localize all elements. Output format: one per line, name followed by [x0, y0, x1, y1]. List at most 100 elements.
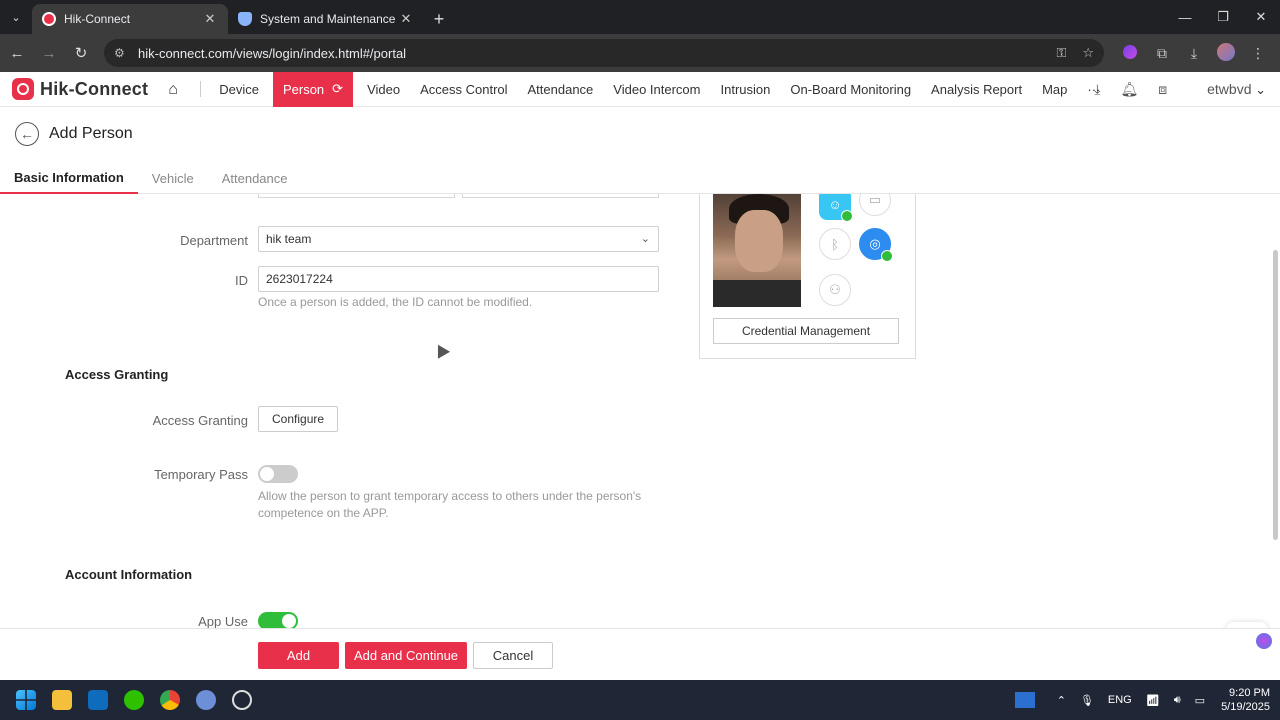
- time: 9:20 PM: [1229, 687, 1270, 699]
- tab-title: System and Maintenance: [260, 12, 396, 26]
- department-label: Department: [180, 233, 248, 248]
- app-use-label: App Use: [198, 614, 248, 628]
- tab-vehicle[interactable]: Vehicle: [138, 162, 208, 194]
- app-header: Hik-Connect ⌂ Device Person ⟳ Video Acces…: [0, 71, 1280, 107]
- credential-management-button[interactable]: Credential Management: [713, 318, 899, 344]
- fingerprint-icon[interactable]: ◎: [859, 228, 893, 262]
- person-icon[interactable]: ⚇: [819, 274, 851, 306]
- notification-bell-icon[interactable]: 🔔︎: [1120, 81, 1138, 98]
- header-actions: ⤓ 🔔︎ ⧈ etwbvd ⌄: [1074, 72, 1266, 107]
- windows-start-icon[interactable]: [8, 680, 44, 720]
- site-info-icon[interactable]: ⚙: [114, 46, 128, 60]
- nav-attendance[interactable]: Attendance: [518, 72, 604, 107]
- id-input[interactable]: 2623017224: [258, 266, 659, 292]
- check-badge-icon: [881, 250, 893, 262]
- package-icon[interactable]: ⧈: [1158, 81, 1167, 98]
- form-footer: Add Add and Continue Cancel: [0, 628, 1280, 680]
- id-hint: Once a person is added, the ID cannot be…: [258, 295, 533, 309]
- account-information-section-title: Account Information: [65, 567, 193, 582]
- address-bar[interactable]: ⚙ hik-connect.com/views/login/index.html…: [104, 39, 1104, 67]
- temporary-pass-toggle[interactable]: [258, 465, 298, 483]
- chatgpt-icon[interactable]: [224, 680, 260, 720]
- tab-attendance[interactable]: Attendance: [208, 162, 302, 194]
- bluetooth-icon[interactable]: ᛒ: [819, 228, 851, 260]
- mouse-cursor-icon: [431, 341, 451, 359]
- extension-ai-icon[interactable]: [1114, 44, 1146, 62]
- page-title-bar: ← Add Person: [0, 107, 1280, 161]
- ai-assistant-icon[interactable]: [1256, 633, 1272, 649]
- temporary-pass-hint: Allow the person to grant temporary acce…: [258, 489, 642, 520]
- downloads-icon[interactable]: ⤓: [1178, 45, 1210, 62]
- new-tab-icon[interactable]: +: [424, 4, 454, 34]
- date: 5/19/2025: [1221, 701, 1270, 713]
- reload-icon[interactable]: ↻: [66, 38, 96, 68]
- tab-basic-information[interactable]: Basic Information: [0, 162, 138, 194]
- app-search-icon[interactable]: [188, 680, 224, 720]
- browser-menu-icon[interactable]: ⋮: [1242, 45, 1274, 62]
- microphone-icon[interactable]: 🎙︎: [1080, 694, 1094, 707]
- profile-avatar-icon[interactable]: [1210, 42, 1242, 64]
- nav-on-board-monitoring[interactable]: On-Board Monitoring: [780, 72, 921, 107]
- nav-video[interactable]: Video: [357, 72, 410, 107]
- forward-arrow-icon[interactable]: →: [34, 38, 64, 68]
- id-value: 2623017224: [266, 272, 333, 286]
- face-icon[interactable]: ☺: [819, 194, 853, 222]
- hik-connect-logo[interactable]: Hik-Connect: [12, 78, 148, 100]
- bookmark-star-icon[interactable]: ☆: [1082, 45, 1094, 61]
- main-nav: Device Person ⟳ Video Access Control Atte…: [209, 71, 1110, 107]
- language-indicator[interactable]: ENG: [1108, 694, 1132, 706]
- add-and-continue-button[interactable]: Add and Continue: [345, 642, 467, 669]
- maximize-icon[interactable]: ❐: [1204, 0, 1242, 34]
- check-badge-icon: [841, 210, 853, 222]
- sub-tabs: Basic Information Vehicle Attendance: [0, 162, 1280, 194]
- browser-tab-hik-connect[interactable]: Hik-Connect ✕: [32, 4, 228, 34]
- nav-person[interactable]: Person ⟳: [272, 71, 354, 107]
- cancel-button[interactable]: Cancel: [473, 642, 553, 669]
- user-menu[interactable]: etwbvd ⌄: [1187, 81, 1266, 98]
- home-icon[interactable]: ⌂: [168, 81, 184, 98]
- person-photo[interactable]: [713, 194, 801, 307]
- tray-app-icon[interactable]: [1014, 692, 1035, 708]
- id-label: ID: [235, 273, 248, 288]
- back-arrow-icon[interactable]: ←: [2, 38, 32, 68]
- close-window-icon[interactable]: ✕: [1242, 0, 1280, 34]
- browser-tab-strip: ⌄ Hik-Connect ✕ System and Maintenance ✕…: [0, 0, 1280, 34]
- temporary-pass-label: Temporary Pass: [154, 467, 248, 482]
- password-key-icon[interactable]: ⚿: [1056, 45, 1066, 61]
- clock[interactable]: 9:20 PM 5/19/2025: [1221, 686, 1270, 714]
- wifi-icon[interactable]: 📶︎: [1146, 694, 1160, 707]
- nav-map[interactable]: Map: [1032, 72, 1077, 107]
- close-tab-icon[interactable]: ✕: [202, 11, 218, 27]
- back-icon[interactable]: ←: [15, 122, 39, 146]
- name-field-partial-2[interactable]: [462, 194, 659, 198]
- credential-card: ☺ ▭ ᛒ ◎ ⚇ Credential Management: [699, 194, 916, 359]
- nav-video-intercom[interactable]: Video Intercom: [603, 72, 710, 107]
- nav-device[interactable]: Device: [209, 72, 269, 107]
- close-tab-icon[interactable]: ✕: [398, 11, 414, 27]
- tab-search-icon[interactable]: ⌄: [0, 0, 32, 34]
- app-use-toggle[interactable]: [258, 612, 298, 628]
- chrome-icon[interactable]: [152, 680, 188, 720]
- browser-tab-system-maintenance[interactable]: System and Maintenance ✕: [228, 4, 424, 34]
- extensions-puzzle-icon[interactable]: ⧉: [1146, 45, 1178, 62]
- download-icon[interactable]: ⤓: [1094, 81, 1100, 98]
- photo-shirt: [713, 280, 801, 307]
- nav-analysis-report[interactable]: Analysis Report: [921, 72, 1032, 107]
- file-explorer-icon[interactable]: [44, 680, 80, 720]
- tab-title: Hik-Connect: [64, 12, 131, 26]
- name-field-partial[interactable]: [258, 194, 455, 198]
- page-scrollbar[interactable]: [1273, 250, 1278, 540]
- department-select[interactable]: hik team ⌄: [258, 226, 659, 252]
- card-icon[interactable]: ▭: [859, 194, 891, 216]
- configure-button[interactable]: Configure: [258, 406, 339, 432]
- volume-icon[interactable]: 🔊︎: [1174, 694, 1181, 707]
- wechat-icon[interactable]: [116, 680, 152, 720]
- hik-connect-favicon-icon: [42, 12, 56, 26]
- nav-intrusion[interactable]: Intrusion: [711, 72, 781, 107]
- chevron-up-icon[interactable]: ⌃: [1057, 694, 1066, 707]
- nav-access-control[interactable]: Access Control: [410, 72, 517, 107]
- battery-icon[interactable]: ▭: [1195, 694, 1205, 707]
- minimize-icon[interactable]: —: [1166, 0, 1204, 34]
- add-button[interactable]: Add: [258, 642, 339, 669]
- outlook-icon[interactable]: [80, 680, 116, 720]
